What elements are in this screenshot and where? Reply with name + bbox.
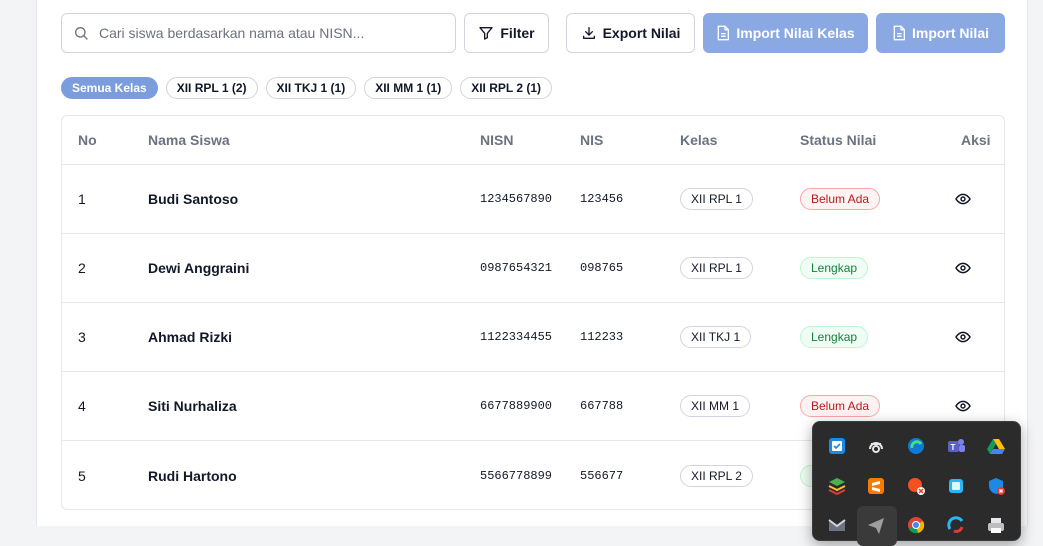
export-nilai-label: Export Nilai xyxy=(602,25,681,41)
app-square-icon[interactable] xyxy=(946,476,966,496)
import-nilai-button[interactable]: Import Nilai xyxy=(876,13,1005,53)
student-nisn: 5566778899 xyxy=(480,468,553,483)
kelas-badge: XII TKJ 1 xyxy=(680,326,752,348)
eye-icon xyxy=(955,262,971,274)
copilot-icon[interactable] xyxy=(866,436,886,456)
search-box[interactable] xyxy=(61,13,456,53)
student-name: Siti Nurhaliza xyxy=(148,398,237,414)
row-number: 3 xyxy=(78,329,86,345)
student-nis: 123456 xyxy=(580,192,624,206)
filter-icon xyxy=(479,27,494,40)
kelas-badge: XII RPL 1 xyxy=(680,257,753,279)
status-badge: Lengkap xyxy=(800,326,869,348)
student-name: Dewi Anggraini xyxy=(148,260,250,276)
svg-text:T: T xyxy=(951,443,956,452)
import-nilai-kelas-label: Import Nilai Kelas xyxy=(736,25,855,41)
column-header-aksi: Aksi xyxy=(961,132,991,148)
student-name: Ahmad Rizki xyxy=(148,329,233,345)
filter-chip-semua-kelas[interactable]: Semua Kelas xyxy=(61,77,158,99)
column-header-status: Status Nilai xyxy=(800,132,877,148)
row-number: 4 xyxy=(78,398,86,414)
export-nilai-button[interactable]: Export Nilai xyxy=(566,13,695,53)
send-icon[interactable] xyxy=(866,515,886,535)
status-badge: Belum Ada xyxy=(800,395,881,417)
filter-chip-xii-tkj-1[interactable]: XII TKJ 1 (1) xyxy=(265,77,357,99)
column-header-no: No xyxy=(78,132,97,148)
toolbar: Filter Export Nilai Import Nilai Kelas I… xyxy=(61,13,1005,53)
edge-legacy-icon[interactable] xyxy=(946,515,966,535)
eye-icon xyxy=(955,400,971,412)
column-header-nama: Nama Siswa xyxy=(148,132,230,148)
student-nis: 098765 xyxy=(580,261,624,275)
student-nis: 112233 xyxy=(580,330,624,344)
student-name: Rudi Hartono xyxy=(148,467,237,484)
column-header-nisn: NISN xyxy=(480,132,514,148)
kelas-badge: XII RPL 2 xyxy=(680,464,753,487)
status-badge: Lengkap xyxy=(800,257,869,279)
filter-chip-xii-rpl-1[interactable]: XII RPL 1 (2) xyxy=(165,77,258,99)
file-icon xyxy=(718,25,730,41)
student-nisn: 1234567890 xyxy=(480,192,553,206)
table-row: 3 Ahmad Rizki 1122334455 112233 XII TKJ … xyxy=(62,303,1004,372)
import-nilai-kelas-button[interactable]: Import Nilai Kelas xyxy=(703,13,868,53)
student-nisn: 6677889900 xyxy=(480,399,553,413)
student-nis: 667788 xyxy=(580,399,624,413)
sublime-text-icon[interactable] xyxy=(866,476,886,496)
column-header-kelas: Kelas xyxy=(680,132,718,148)
search-input[interactable] xyxy=(97,24,441,42)
task-app-icon[interactable] xyxy=(827,436,847,456)
file-icon xyxy=(893,25,905,41)
download-icon xyxy=(582,27,595,39)
filter-chip-xii-mm-1[interactable]: XII MM 1 (1) xyxy=(364,77,453,99)
google-drive-icon[interactable] xyxy=(986,436,1006,456)
student-nisn: 0987654321 xyxy=(480,261,553,275)
filter-button[interactable]: Filter xyxy=(464,13,549,53)
class-filter-chips: Semua Kelas XII RPL 1 (2) XII TKJ 1 (1) … xyxy=(61,77,553,99)
student-name: Budi Santoso xyxy=(148,191,239,207)
row-number: 5 xyxy=(78,467,86,484)
filter-chip-xii-rpl-2[interactable]: XII RPL 2 (1) xyxy=(460,77,553,99)
import-nilai-label: Import Nilai xyxy=(911,25,989,41)
system-tray-overflow: T xyxy=(812,421,1021,546)
student-nisn: 1122334455 xyxy=(480,330,553,344)
kelas-badge: XII MM 1 xyxy=(680,395,751,417)
row-number: 1 xyxy=(78,191,86,207)
column-header-nis: NIS xyxy=(580,132,604,148)
filter-button-label: Filter xyxy=(500,25,535,41)
edge-icon[interactable] xyxy=(906,436,926,456)
table-row: 2 Dewi Anggraini 0987654321 098765 XII R… xyxy=(62,234,1004,303)
security-shield-icon[interactable] xyxy=(986,476,1006,496)
gmail-icon[interactable] xyxy=(827,515,847,535)
row-number: 2 xyxy=(78,260,86,276)
bluestacks-icon[interactable] xyxy=(827,476,847,496)
chrome-icon[interactable] xyxy=(906,515,926,535)
printer-icon[interactable] xyxy=(986,515,1006,535)
eye-icon xyxy=(955,193,971,205)
table-header-row: No Nama Siswa NISN NIS Kelas Status Nila… xyxy=(62,116,1004,165)
eye-icon xyxy=(955,331,971,343)
table-row: 1 Budi Santoso 1234567890 123456 XII RPL… xyxy=(62,165,1004,234)
search-icon xyxy=(75,27,88,40)
view-button[interactable] xyxy=(955,234,971,302)
kelas-badge: XII RPL 1 xyxy=(680,188,753,210)
view-button[interactable] xyxy=(955,165,971,233)
view-button[interactable] xyxy=(955,303,971,371)
teams-icon[interactable]: T xyxy=(946,436,966,456)
student-nis: 556677 xyxy=(580,468,624,483)
status-badge: Belum Ada xyxy=(800,188,881,210)
app-muted-icon[interactable] xyxy=(906,476,926,496)
